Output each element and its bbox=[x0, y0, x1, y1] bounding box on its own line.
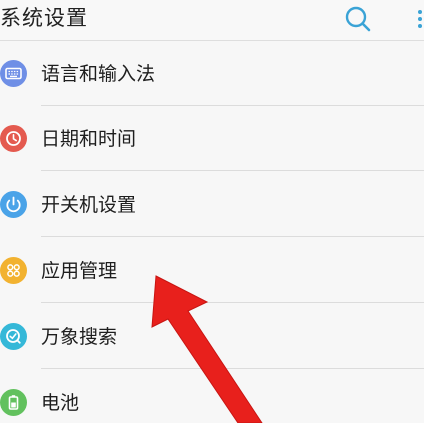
settings-item-label: 开关机设置 bbox=[41, 194, 137, 216]
divider bbox=[41, 170, 424, 171]
settings-item-date-time[interactable]: 日期和时间 bbox=[0, 106, 424, 171]
settings-item-label: 应用管理 bbox=[41, 260, 118, 282]
divider bbox=[41, 302, 424, 303]
settings-item-label: 电池 bbox=[41, 392, 80, 414]
settings-item-language-input[interactable]: 语言和输入法 bbox=[0, 41, 424, 106]
search-button[interactable] bbox=[342, 4, 376, 34]
clock-icon bbox=[0, 125, 27, 152]
settings-item-battery[interactable]: 电池 bbox=[0, 370, 424, 423]
more-options-button[interactable] bbox=[412, 6, 424, 32]
settings-item-global-search[interactable]: 万象搜索 bbox=[0, 304, 424, 369]
apps-grid-icon bbox=[0, 257, 27, 284]
divider bbox=[41, 368, 424, 369]
search-circle-icon bbox=[0, 323, 27, 350]
settings-item-app-management[interactable]: 应用管理 bbox=[0, 238, 424, 303]
app-header: 系统设置 bbox=[0, 0, 424, 41]
page-title: 系统设置 bbox=[0, 6, 88, 30]
divider bbox=[41, 236, 424, 237]
search-icon bbox=[345, 6, 371, 32]
settings-item-label: 万象搜索 bbox=[41, 326, 118, 348]
keyboard-icon bbox=[0, 60, 27, 87]
settings-item-label: 日期和时间 bbox=[41, 128, 137, 150]
settings-screen: 系统设置 语言和输入法 日期和时间 开关机设置 应用管理 万象搜索 电池 bbox=[0, 0, 424, 423]
settings-item-label: 语言和输入法 bbox=[41, 63, 156, 85]
battery-icon bbox=[0, 389, 27, 416]
power-icon bbox=[0, 191, 27, 218]
settings-item-power-schedule[interactable]: 开关机设置 bbox=[0, 172, 424, 237]
